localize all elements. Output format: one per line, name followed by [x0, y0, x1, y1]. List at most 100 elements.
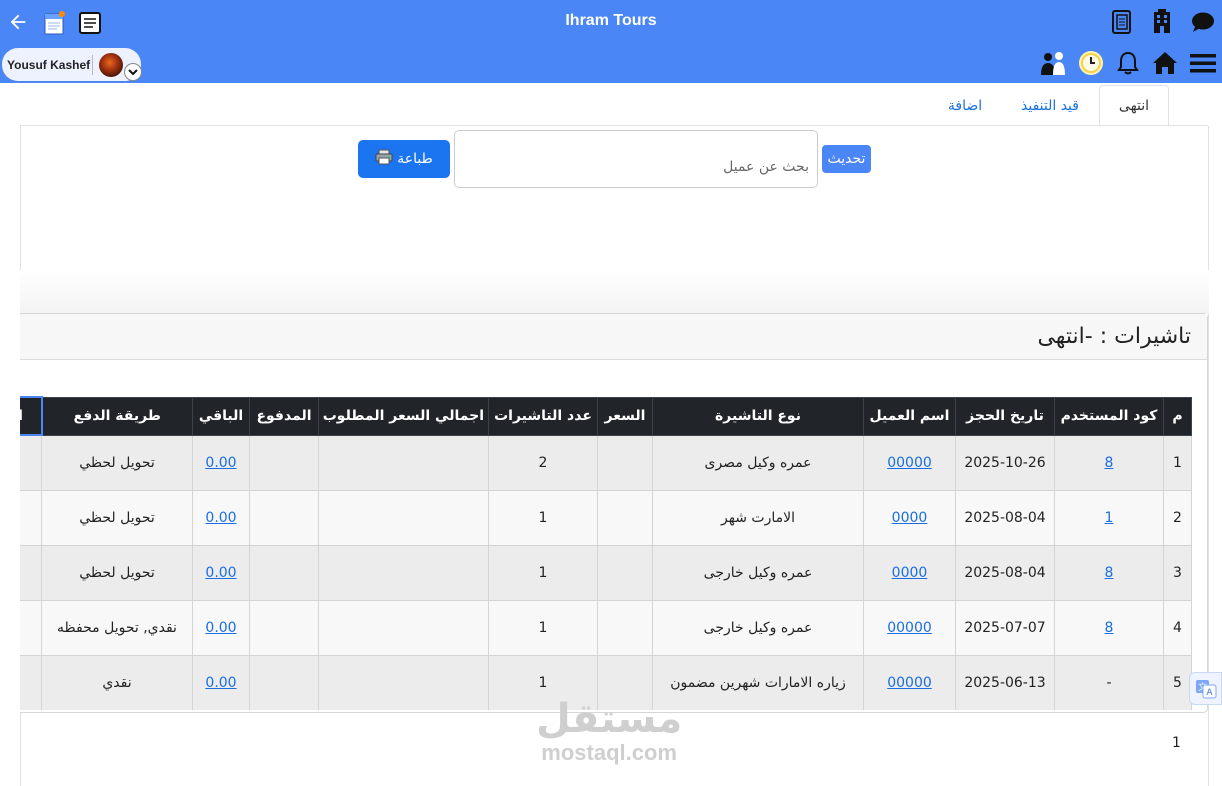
cell-paid	[249, 654, 319, 710]
cell-visa-type: عمره وكيل خارجى	[652, 544, 864, 601]
col-header-payment-method[interactable]: طريقة الدفع	[41, 396, 193, 436]
cell-index: 3	[1163, 544, 1192, 601]
table-viewport[interactable]: م كود المستخدم تاريخ الحجز اسم العميل نو…	[20, 396, 1192, 710]
col-header-user-code[interactable]: كود المستخدم	[1054, 396, 1164, 436]
tab-finished[interactable]: انتهى	[1099, 85, 1169, 126]
cell-user-code: 1	[1054, 489, 1164, 546]
cell-remaining-link[interactable]: 0.00	[205, 620, 236, 636]
col-header-visa-count[interactable]: عدد التاشيرات	[488, 396, 598, 436]
cell-booking-date: 2025-08-04	[955, 489, 1055, 546]
cell-remaining-link[interactable]: 0.00	[205, 565, 236, 581]
cell-visa-count: 1	[488, 489, 598, 546]
card-header: تاشيرات : -انتهى	[20, 314, 1207, 360]
cell-paid	[249, 544, 319, 601]
cell-extra	[20, 654, 42, 710]
cell-remaining-link[interactable]: 0.00	[205, 455, 236, 471]
bell-icon[interactable]	[1114, 48, 1142, 78]
cell-payment-method: تحويل لحظي	[41, 489, 193, 546]
watermark-latin: mostaql.com	[541, 740, 677, 765]
cell-remaining: 0.00	[192, 434, 250, 491]
cell-booking-date: 2025-08-04	[955, 544, 1055, 601]
cell-user-code-link[interactable]: 8	[1105, 620, 1114, 636]
cell-extra	[20, 544, 42, 601]
cell-user-code: 8	[1054, 434, 1164, 491]
passport-book-icon[interactable]	[1110, 8, 1134, 36]
cell-booking-date: 2025-10-26	[955, 434, 1055, 491]
cell-total-price	[318, 599, 489, 656]
print-button-label: طباعة	[397, 151, 433, 167]
cell-client-name-link[interactable]: 00000	[887, 675, 932, 691]
cell-user-code: 8	[1054, 599, 1164, 656]
user-chip[interactable]: Yousuf Kashef	[2, 48, 141, 81]
cell-user-code-link[interactable]: 8	[1105, 455, 1114, 471]
cell-client-name: 00000	[863, 599, 956, 656]
table-row: 1 8 2025-10-26 00000 عمره وكيل مصرى 2 0.00 تحوي…	[20, 434, 1192, 491]
svg-text:A: A	[1206, 688, 1213, 698]
cell-client-name: 00000	[863, 654, 956, 710]
chat-bubble-icon[interactable]	[1190, 10, 1216, 34]
cell-payment-method: نقدي, تحويل محفظه	[41, 599, 193, 656]
clock-icon[interactable]	[1076, 48, 1106, 78]
cell-price	[597, 434, 653, 491]
panel-fade	[20, 270, 1209, 314]
col-header-booking-date[interactable]: تاريخ الحجز	[955, 396, 1055, 436]
hotel-building-icon[interactable]	[1150, 8, 1174, 36]
table-header-row: م كود المستخدم تاريخ الحجز اسم العميل نو…	[20, 396, 1192, 436]
table-row: 2 1 2025-08-04 0000 الامارت شهر 1 0.00 تحويل لح…	[20, 489, 1192, 546]
table-row: 3 8 2025-08-04 0000 عمره وكيل خارجى 1 0.00 تحوي…	[20, 544, 1192, 601]
cell-remaining: 0.00	[192, 599, 250, 656]
cell-client-name-link[interactable]: 00000	[887, 455, 932, 471]
col-header-index[interactable]: م	[1163, 396, 1192, 436]
cell-user-code-link[interactable]: 1	[1105, 510, 1114, 526]
table-row: 4 8 2025-07-07 00000 عمره وكيل خارجى 1 0.00 نقد…	[20, 599, 1192, 656]
top-app-bar: Ihram Tours Yousuf Kashef	[0, 0, 1222, 83]
refresh-button[interactable]: تحديث	[822, 145, 871, 173]
translate-icon[interactable]: 文A	[1189, 672, 1222, 705]
cell-client-name-link[interactable]: 00000	[887, 620, 932, 636]
chevron-down-icon[interactable]	[124, 63, 142, 81]
search-input[interactable]	[454, 130, 818, 188]
cell-total-price	[318, 489, 489, 546]
user-name: Yousuf Kashef	[7, 57, 91, 72]
cell-total-price	[318, 654, 489, 710]
cell-client-name: 00000	[863, 434, 956, 491]
cell-booking-date: 2025-07-07	[955, 599, 1055, 656]
cell-index: 2	[1163, 489, 1192, 546]
print-button[interactable]: طباعة	[358, 140, 450, 178]
col-header-total-price[interactable]: اجمالي السعر المطلوب	[318, 396, 489, 436]
cell-remaining-link[interactable]: 0.00	[205, 675, 236, 691]
tab-add[interactable]: اضافة	[930, 85, 1000, 126]
pagination-current[interactable]: 1	[1172, 735, 1181, 751]
cell-remaining-link[interactable]: 0.00	[205, 510, 236, 526]
cell-payment-method: نقدي	[41, 654, 193, 710]
cell-total-price	[318, 544, 489, 601]
cell-extra: 00	[20, 434, 42, 491]
card-title: تاشيرات : -انتهى	[1037, 324, 1191, 349]
cell-client-name: 0000	[863, 489, 956, 546]
cell-paid	[249, 599, 319, 656]
cell-remaining: 0.00	[192, 654, 250, 710]
app-title: Ihram Tours	[565, 12, 657, 29]
cell-client-name-link[interactable]: 0000	[892, 565, 928, 581]
col-header-paid[interactable]: المدفوع	[249, 396, 319, 436]
cell-visa-count: 2	[488, 434, 598, 491]
cell-user-code: -	[1054, 654, 1164, 710]
tab-in-progress[interactable]: قيد التنفيذ	[1005, 85, 1095, 126]
cell-price	[597, 544, 653, 601]
printer-icon	[375, 149, 393, 169]
avatar[interactable]	[99, 52, 123, 77]
cell-extra	[20, 489, 42, 546]
cell-remaining: 0.00	[192, 489, 250, 546]
cell-visa-type: زياره الامارات شهرين مضمون	[652, 654, 864, 710]
cell-user-code-link[interactable]: 8	[1105, 565, 1114, 581]
col-header-client-name[interactable]: اسم العميل	[863, 396, 956, 436]
users-group-icon[interactable]	[1038, 48, 1068, 78]
menu-hamburger-icon[interactable]	[1189, 50, 1217, 76]
cell-visa-type: عمره وكيل خارجى	[652, 599, 864, 656]
cell-client-name-link[interactable]: 0000	[892, 510, 928, 526]
col-header-price[interactable]: السعر	[597, 396, 653, 436]
home-icon[interactable]	[1151, 49, 1179, 77]
col-header-extra[interactable]: ا	[20, 396, 43, 436]
col-header-visa-type[interactable]: نوع التاشيرة	[652, 396, 864, 436]
col-header-remaining[interactable]: الباقي	[192, 396, 250, 436]
